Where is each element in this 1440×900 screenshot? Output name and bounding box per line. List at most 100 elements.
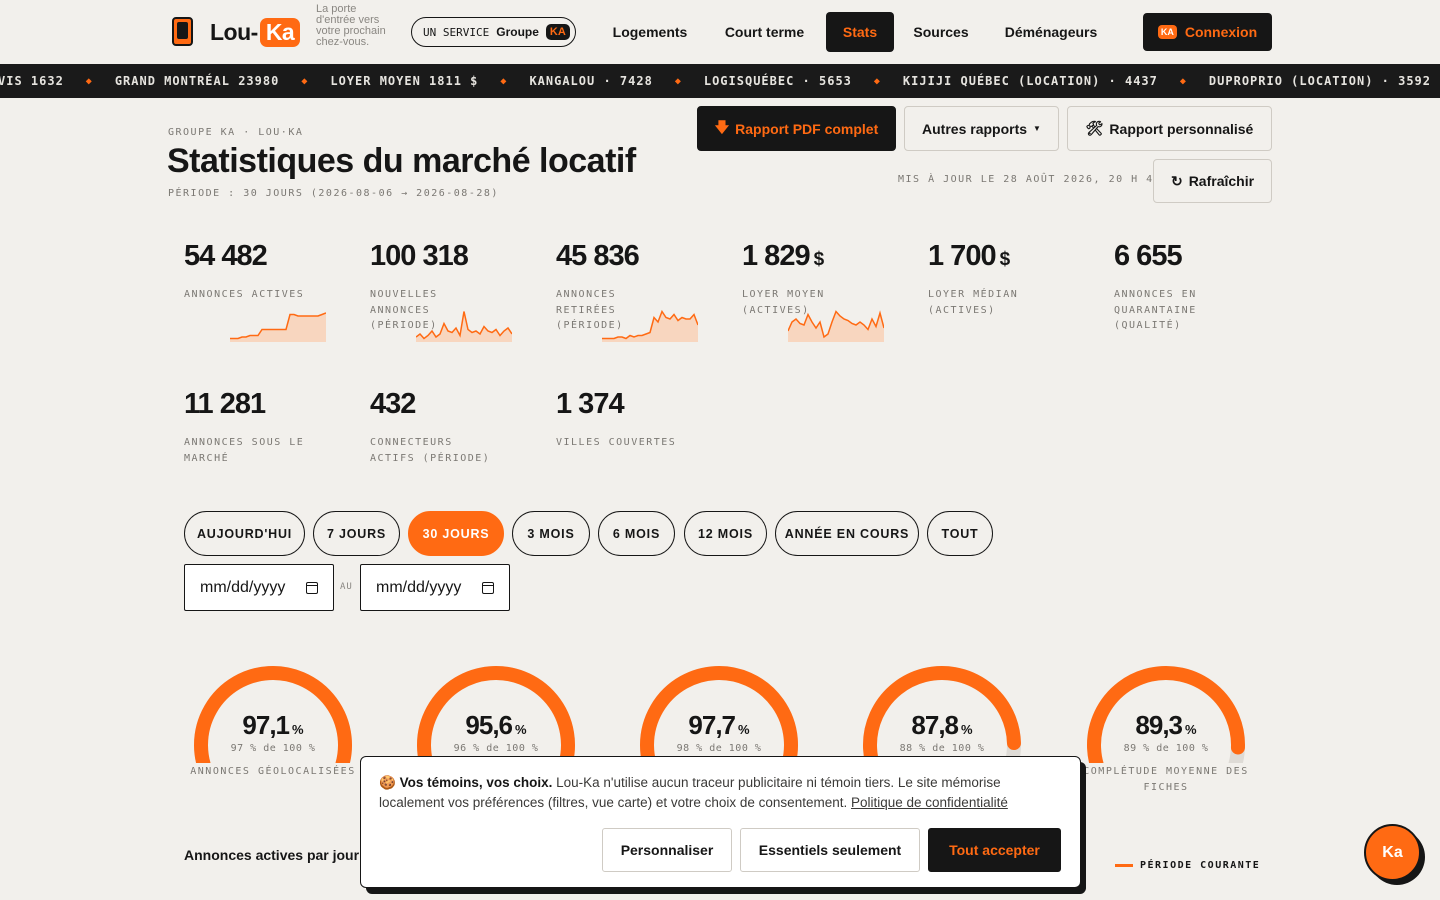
- brand-name-ka: Ka: [259, 18, 301, 47]
- date-from-input[interactable]: mm/dd/yyyy: [184, 564, 334, 611]
- ticker-item: KANGALOU · 7428: [529, 74, 653, 88]
- period-30-days[interactable]: 30 JOURS: [408, 511, 504, 556]
- kpi-value: 54 482: [184, 240, 344, 273]
- period-3-months[interactable]: 3 MOIS: [512, 511, 590, 556]
- period-current-year[interactable]: ANNÉE EN COURS: [775, 511, 919, 556]
- refresh-button[interactable]: ↻ Rafraîchir: [1153, 159, 1272, 203]
- kpi-number: 54 482: [184, 240, 268, 272]
- gauge-label: ANNONCES GÉOLOCALISÉES: [190, 766, 356, 777]
- calendar-icon[interactable]: [482, 581, 495, 594]
- service-badge[interactable]: UN SERVICE Groupe KA: [411, 17, 576, 47]
- gauge-unit: %: [515, 722, 527, 737]
- pdf-report-label: Rapport PDF complet: [735, 120, 879, 137]
- gauge-subtext: 88 % de 100 %: [899, 743, 985, 754]
- legend-label: PÉRIODE COURANTE: [1140, 860, 1261, 871]
- service-group: Groupe: [496, 25, 539, 39]
- ticker-item: LOGISQUÉBEC · 5653: [703, 74, 852, 88]
- date-from-value: mm/dd/yyyy: [200, 578, 286, 596]
- gauge-number: 97,7: [688, 710, 736, 740]
- gauge-unit: %: [292, 722, 304, 737]
- nav-logements[interactable]: Logements: [604, 12, 696, 52]
- period-all[interactable]: TOUT: [927, 511, 993, 556]
- kpi-value: 11 281: [184, 388, 344, 421]
- daily-active-chart-title: Annonces actives par jour: [184, 847, 360, 863]
- pdf-report-button[interactable]: 🡇 Rapport PDF complet: [697, 106, 896, 151]
- kpi-card: 1 700 $ LOYER MÉDIAN (ACTIVES): [928, 240, 1088, 318]
- ticker-item: GRAND MONTRÉAL 23980: [114, 74, 280, 88]
- kpi-label: CONNECTEURS ACTIFS (PÉRIODE): [370, 437, 491, 464]
- kpi-value: 100 318: [370, 240, 530, 273]
- nav-stats[interactable]: Stats: [826, 12, 894, 52]
- chart-legend: PÉRIODE COURANTE: [1115, 860, 1260, 871]
- other-reports-button[interactable]: Autres rapports ▼: [904, 106, 1059, 151]
- period-summary: PÉRIODE : 30 JOURS (2026-08-06 → 2026-08…: [168, 188, 499, 199]
- brand-tagline: La porte d'entrée vers votre prochain ch…: [316, 3, 386, 48]
- other-reports-label: Autres rapports: [922, 120, 1028, 137]
- cookie-text: 🍪 Vos témoins, vos choix. Lou-Ka n'utili…: [379, 773, 1069, 813]
- assistant-button[interactable]: Ka: [1364, 824, 1421, 881]
- gauge-unit: %: [738, 722, 750, 737]
- kpi-card: 1 374 VILLES COUVERTES: [556, 388, 716, 451]
- kpi-value: 6 655: [1114, 240, 1274, 273]
- gauge-value: 89,3%: [1081, 710, 1251, 741]
- cookie-title: Vos témoins, vos choix.: [399, 775, 553, 790]
- page-kicker: GROUPE KA · LOU·KA: [168, 127, 304, 138]
- kpi-card: 11 281 ANNONCES SOUS LE MARCHÉ: [184, 388, 344, 466]
- privacy-policy-link[interactable]: Politique de confidentialité: [851, 795, 1008, 810]
- period-today[interactable]: AUJOURD'HUI: [184, 511, 305, 556]
- cookie-customize-button[interactable]: Personnaliser: [602, 828, 732, 872]
- gauge-value: 87,8%: [857, 710, 1027, 741]
- gauge-number: 95,6: [465, 710, 513, 740]
- nav-court-terme[interactable]: Court terme: [716, 12, 813, 52]
- kpi-card: 432 CONNECTEURS ACTIFS (PÉRIODE): [370, 388, 530, 466]
- kpi-unit: $: [999, 249, 1011, 270]
- date-range-separator: AU: [340, 582, 353, 592]
- gauge-number: 89,3: [1135, 710, 1183, 740]
- brand-name: Lou-: [210, 19, 258, 45]
- kpi-unit: $: [813, 249, 825, 270]
- login-button[interactable]: KA Connexion: [1143, 13, 1272, 51]
- kpi-value: 1 829 $: [742, 240, 902, 273]
- gauge-subtext: 98 % de 100 %: [676, 743, 762, 754]
- custom-report-label: Rapport personnalisé: [1109, 120, 1254, 137]
- nav-sources[interactable]: Sources: [906, 12, 976, 52]
- sparkline-area: [416, 311, 512, 342]
- date-to-input[interactable]: mm/dd/yyyy: [360, 564, 510, 611]
- kpi-label: ANNONCES EN QUARANTAINE (QUALITÉ): [1114, 289, 1197, 331]
- cookie-essentials-button[interactable]: Essentiels seulement: [740, 828, 920, 872]
- cookie-icon: 🍪: [379, 775, 396, 790]
- download-arrow-icon: 🡇: [714, 118, 730, 135]
- cookie-banner: 🍪 Vos témoins, vos choix. Lou-Ka n'utili…: [360, 756, 1081, 888]
- gauge-unit: %: [1185, 722, 1197, 737]
- period-12-months[interactable]: 12 MOIS: [684, 511, 767, 556]
- gauge-number: 87,8: [911, 710, 959, 740]
- refresh-icon: ↻: [1170, 172, 1183, 189]
- period-6-months[interactable]: 6 MOIS: [598, 511, 675, 556]
- kpi-card: 6 655 ANNONCES EN QUARANTAINE (QUALITÉ): [1114, 240, 1274, 334]
- site-header: Lou- Ka La porte d'entrée vers votre proc…: [0, 0, 1440, 64]
- ka-icon: KA: [1157, 25, 1177, 39]
- caret-down-icon: ▼: [1033, 124, 1041, 133]
- custom-report-button[interactable]: 🛠 Rapport personnalisé: [1067, 106, 1272, 151]
- cookie-accept-button[interactable]: Tout accepter: [928, 828, 1061, 872]
- kpi-label: LOYER MÉDIAN (ACTIVES): [928, 289, 1019, 316]
- gauge-value: 95,6%: [411, 710, 581, 741]
- period-7-days[interactable]: 7 JOURS: [313, 511, 400, 556]
- kpi-value: 1 374: [556, 388, 716, 421]
- gauge-subtext: 96 % de 100 %: [453, 743, 539, 754]
- kpi-number: 11 281: [184, 388, 266, 420]
- tools-icon: 🛠: [1085, 120, 1104, 136]
- kpi-sparkline: [602, 309, 698, 342]
- kpi-card: 54 482 ANNONCES ACTIVES: [184, 240, 344, 303]
- ticker-item: VIS 1632: [0, 74, 64, 88]
- gauge-value: 97,7%: [634, 710, 804, 741]
- calendar-icon[interactable]: [306, 581, 319, 594]
- nav-demenageurs[interactable]: Déménageurs: [996, 12, 1106, 52]
- ticker-item: DUPROPRIO (LOCATION) · 3592: [1208, 74, 1431, 88]
- phone-logo-icon[interactable]: [172, 17, 193, 46]
- brand-logo[interactable]: Lou- Ka: [210, 18, 301, 47]
- kpi-value: 432: [370, 388, 530, 421]
- ticker-dot-icon: ◆: [85, 75, 93, 87]
- gauge-subtext: 89 % de 100 %: [1123, 743, 1209, 754]
- kpi-value: 1 700 $: [928, 240, 1088, 273]
